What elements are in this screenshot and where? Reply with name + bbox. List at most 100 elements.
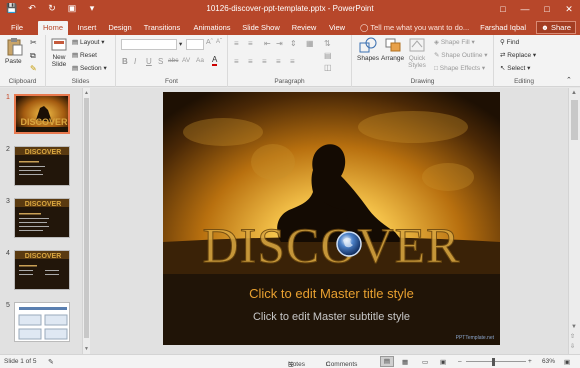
tab-design[interactable]: Design bbox=[106, 21, 134, 35]
slide-thumbnail-1[interactable]: DISCOVER bbox=[14, 94, 70, 134]
decrease-indent-icon[interactable]: ⇤ bbox=[264, 39, 271, 48]
zoom-slider-thumb[interactable] bbox=[492, 358, 495, 366]
numbering-icon[interactable]: ≡ bbox=[248, 39, 253, 48]
drawing-group: Shapes Arrange Quick Styles ◈ Shape Fill… bbox=[352, 35, 494, 87]
zoom-slider-track[interactable] bbox=[466, 361, 526, 362]
bullets-icon[interactable]: ≡ bbox=[234, 39, 239, 48]
text-direction-icon[interactable]: ⇅ bbox=[324, 39, 331, 48]
scrollbar-thumb[interactable] bbox=[84, 98, 89, 338]
font-size-input[interactable] bbox=[186, 39, 204, 50]
scroll-down-icon[interactable]: ▼ bbox=[84, 346, 89, 352]
new-slide-button[interactable]: New Slide bbox=[51, 38, 67, 68]
ribbon-display-icon[interactable]: □ bbox=[492, 0, 514, 19]
replace-button[interactable]: ⇄ Replace ▾ bbox=[500, 51, 536, 59]
shadow-button[interactable]: S bbox=[158, 57, 163, 66]
slides-group: New Slide ▤ Layout ▾ ▤ Reset ▤ Section ▾… bbox=[46, 35, 116, 87]
underline-button[interactable]: U bbox=[146, 57, 152, 66]
select-button[interactable]: ↖ Select ▾ bbox=[500, 64, 530, 72]
subtitle-placeholder[interactable]: Click to edit Master subtitle style bbox=[163, 311, 500, 323]
tab-review[interactable]: Review bbox=[290, 21, 318, 35]
layout-button[interactable]: ▤ Layout ▾ bbox=[72, 38, 105, 46]
normal-view-icon[interactable]: ▤ bbox=[380, 356, 394, 367]
tab-file[interactable]: File bbox=[6, 21, 28, 35]
fit-to-window-icon[interactable]: ▣ bbox=[564, 358, 570, 366]
zoom-in-icon[interactable]: + bbox=[528, 358, 532, 365]
align-left-icon[interactable]: ≡ bbox=[234, 57, 239, 66]
shrink-font-icon[interactable]: Aˇ bbox=[216, 39, 222, 45]
scroll-up-icon[interactable]: ▲ bbox=[84, 90, 89, 96]
shape-fill-button[interactable]: ◈ Shape Fill ▾ bbox=[434, 38, 475, 46]
shape-effects-button[interactable]: □ Shape Effects ▾ bbox=[434, 64, 485, 72]
select-label: Select bbox=[507, 65, 526, 72]
close-icon[interactable]: ✕ bbox=[558, 0, 580, 19]
spell-check-icon[interactable]: ✎ bbox=[48, 358, 54, 366]
slide-show-icon[interactable]: ▣ bbox=[440, 358, 446, 366]
paste-button[interactable]: Paste bbox=[5, 38, 23, 65]
columns-icon[interactable]: ▦ bbox=[306, 39, 314, 48]
tab-slide-show[interactable]: Slide Show bbox=[242, 21, 280, 35]
section-label: Section bbox=[79, 65, 102, 72]
grow-font-icon[interactable]: Aˆ bbox=[206, 39, 213, 46]
arrange-button[interactable]: Arrange bbox=[381, 37, 404, 62]
reset-button[interactable]: ▤ Reset bbox=[72, 51, 97, 59]
font-color-button[interactable]: A bbox=[212, 55, 218, 66]
slide-sorter-icon[interactable]: ▦ bbox=[402, 358, 408, 366]
align-right-icon[interactable]: ≡ bbox=[262, 57, 267, 66]
shapes-button[interactable]: Shapes bbox=[357, 37, 379, 62]
user-name[interactable]: Farshad Iqbal bbox=[480, 21, 526, 34]
smartart-icon[interactable]: ◫ bbox=[324, 63, 332, 72]
slide-thumbnail-5[interactable] bbox=[14, 302, 70, 342]
strikethrough-button[interactable]: abc bbox=[168, 57, 178, 64]
collapse-ribbon-icon[interactable]: ⌃ bbox=[566, 76, 572, 84]
share-button[interactable]: ☻ Share bbox=[535, 21, 576, 34]
thumbnail-number: 4 bbox=[6, 250, 10, 257]
slide-thumbnail-4[interactable]: DISCOVER bbox=[14, 250, 70, 290]
tell-me-box[interactable]: ◯ Tell me what you want to do... bbox=[360, 21, 469, 35]
tab-view[interactable]: View bbox=[326, 21, 348, 35]
italic-button[interactable]: I bbox=[134, 57, 136, 66]
scroll-down-icon[interactable]: ▼ bbox=[571, 324, 577, 330]
title-placeholder[interactable]: Click to edit Master title style bbox=[163, 286, 500, 301]
format-painter-icon[interactable]: ✎ bbox=[30, 64, 37, 73]
justify-icon[interactable]: ≡ bbox=[276, 57, 281, 66]
align-center-icon[interactable]: ≡ bbox=[248, 57, 253, 66]
bold-button[interactable]: B bbox=[122, 57, 128, 66]
quick-styles-button[interactable]: Quick Styles bbox=[408, 37, 426, 69]
section-button[interactable]: ▤ Section ▾ bbox=[72, 64, 107, 72]
increase-indent-icon[interactable]: ⇥ bbox=[276, 39, 283, 48]
slide-heading[interactable]: DISCOVER bbox=[163, 218, 500, 273]
tab-animations[interactable]: Animations bbox=[192, 21, 232, 35]
line-spacing-icon[interactable]: ⇕ bbox=[290, 39, 297, 48]
replace-icon: ⇄ bbox=[500, 52, 506, 59]
minimize-icon[interactable]: — bbox=[514, 0, 536, 19]
magnifier-icon: ⚲ bbox=[500, 39, 505, 46]
scroll-up-icon[interactable]: ▲ bbox=[571, 90, 577, 96]
shape-outline-button[interactable]: ✎ Shape Outline ▾ bbox=[434, 51, 488, 59]
cut-icon[interactable]: ✂ bbox=[30, 38, 37, 47]
tab-insert[interactable]: Insert bbox=[74, 21, 100, 35]
tab-transitions[interactable]: Transitions bbox=[142, 21, 182, 35]
slide-thumbnail-2[interactable]: DISCOVER bbox=[14, 146, 70, 186]
font-name-input[interactable] bbox=[121, 39, 177, 50]
reading-view-icon[interactable]: ▭ bbox=[422, 358, 428, 366]
clipboard-group-label: Clipboard bbox=[8, 78, 37, 85]
tab-home[interactable]: Home bbox=[38, 21, 68, 35]
find-button[interactable]: ⚲ Find bbox=[500, 38, 519, 46]
character-spacing-button[interactable]: AV bbox=[182, 57, 190, 64]
previous-slide-icon[interactable]: ⇧ bbox=[570, 333, 575, 340]
next-slide-icon[interactable]: ⇩ bbox=[570, 343, 575, 350]
change-case-button[interactable]: Aa bbox=[196, 57, 204, 64]
main-slide[interactable]: DISCOVER Click to edit Master title styl… bbox=[163, 92, 500, 345]
zoom-level[interactable]: 63% bbox=[542, 358, 555, 365]
distribute-icon[interactable]: ≡ bbox=[290, 57, 295, 66]
copy-icon[interactable]: ⧉ bbox=[30, 51, 36, 61]
slide-thumbnail-3[interactable]: DISCOVER bbox=[14, 198, 70, 238]
thumbnails-scrollbar[interactable]: ▲ ▼ bbox=[82, 88, 90, 354]
font-name-dropdown-icon[interactable]: ▾ bbox=[179, 40, 182, 48]
align-text-icon[interactable]: ▤ bbox=[324, 51, 332, 60]
maximize-icon[interactable]: □ bbox=[536, 0, 558, 19]
slide-scrollbar[interactable]: ▲ ▼ ⇧ ⇩ bbox=[568, 88, 580, 354]
window-controls: □ — □ ✕ bbox=[492, 0, 580, 19]
scrollbar-thumb[interactable] bbox=[571, 100, 578, 140]
zoom-out-icon[interactable]: – bbox=[458, 358, 462, 365]
